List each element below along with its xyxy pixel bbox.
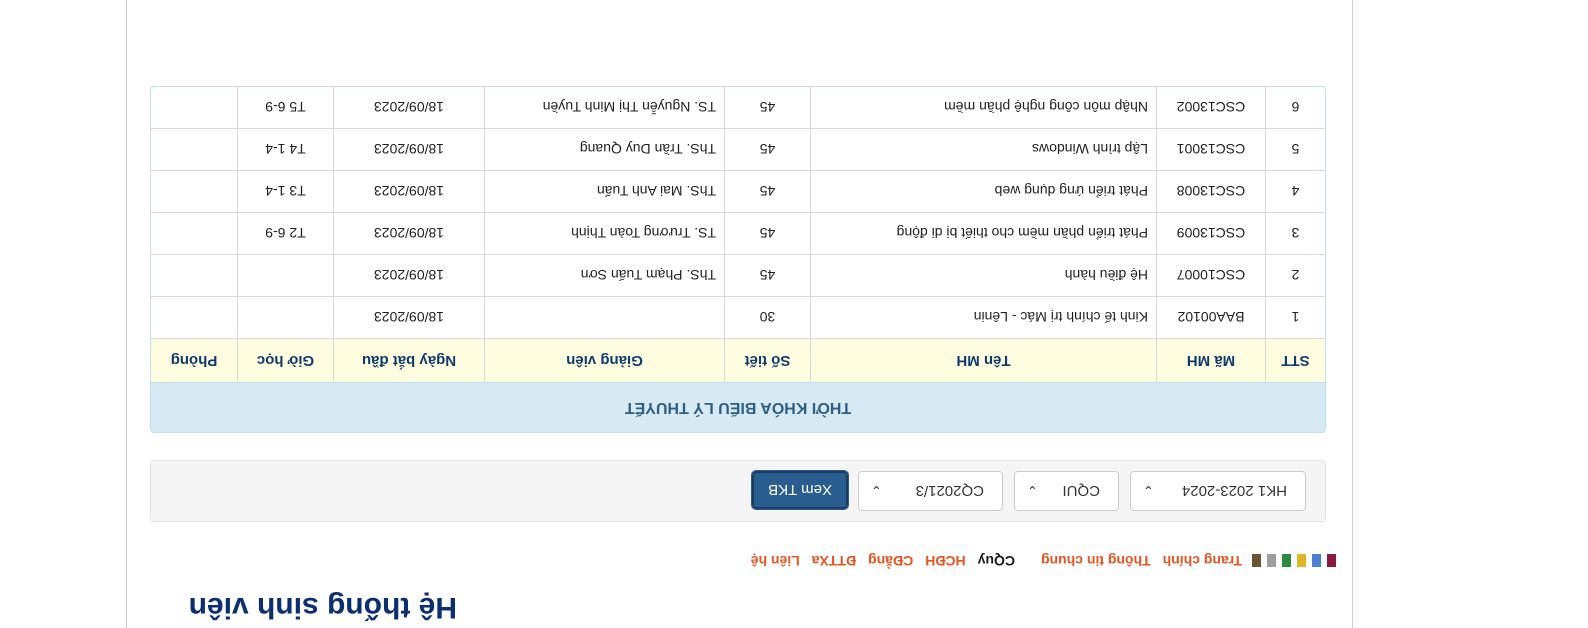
- cell-course-name: Kinh tế chính trị Mác - Lênin: [810, 297, 1156, 338]
- cell-class-time: T5 6-9: [237, 87, 333, 128]
- chevron-down-icon: ⌄: [1027, 483, 1038, 498]
- nav-link-cdang[interactable]: CĐẳng: [868, 553, 913, 569]
- cell-room: [151, 129, 237, 170]
- nav-link-cquy[interactable]: CQuy: [978, 553, 1015, 569]
- nav-link-home[interactable]: Trang chính: [1163, 553, 1242, 569]
- cell-course-name: Phát triển ứng dụng web: [810, 171, 1156, 212]
- cell-course-code: CSC10007: [1156, 255, 1265, 296]
- cell-lecturer: ThS. Trần Duy Quang: [484, 129, 724, 170]
- table-row: 2 CSC10007 Hệ điều hành 45 ThS. Phạm Tuấ…: [151, 254, 1325, 296]
- color-swatch[interactable]: [1252, 554, 1261, 568]
- column-header: Giờ học: [237, 339, 333, 382]
- cell-course-name: Phát triển phần mềm cho thiết bị di động: [810, 213, 1156, 254]
- cell-course-code: BAA00102: [1156, 297, 1265, 338]
- table-header-row: STT Mã MH Tên MH Số tiết Giảng viên Ngày…: [151, 338, 1325, 382]
- chevron-down-icon: ⌄: [871, 483, 882, 498]
- cell-class-time: T3 1-4: [237, 171, 333, 212]
- cell-lecturer: TS. Nguyễn Thị Minh Tuyền: [484, 87, 724, 128]
- cell-start-date: 18/09/2023: [333, 129, 484, 170]
- cell-lecturer: ThS. Phạm Tuấn Sơn: [484, 255, 724, 296]
- cell-course-name: Hệ điều hành: [810, 255, 1156, 296]
- color-swatch[interactable]: [1267, 554, 1276, 568]
- column-header: STT: [1265, 339, 1325, 382]
- page-root: Hệ thống sinh viên Trang chính Thông tin…: [0, 0, 1588, 628]
- nav-link-hcdh[interactable]: HCĐH: [925, 553, 965, 569]
- cell-lecturer: TS. Trương Toàn Thịnh: [484, 213, 724, 254]
- cell-course-code: CSC13001: [1156, 129, 1265, 170]
- cell-course-name: Lập trình Windows: [810, 129, 1156, 170]
- cell-stt: 3: [1265, 213, 1325, 254]
- cell-lecturer: ThS. Mai Anh Tuấn: [484, 171, 724, 212]
- cell-periods: 45: [724, 87, 810, 128]
- cell-class-time: T2 6-9: [237, 213, 333, 254]
- table-row: 1 BAA00102 Kinh tế chính trị Mác - Lênin…: [151, 296, 1325, 338]
- cell-periods: 45: [724, 213, 810, 254]
- cell-stt: 1: [1265, 297, 1325, 338]
- color-swatch[interactable]: [1327, 554, 1336, 568]
- column-header: Số tiết: [724, 339, 810, 382]
- table-row: 4 CSC13008 Phát triển ứng dụng web 45 Th…: [151, 170, 1325, 212]
- cell-stt: 4: [1265, 171, 1325, 212]
- cell-periods: 30: [724, 297, 810, 338]
- color-swatch[interactable]: [1312, 554, 1321, 568]
- cell-course-code: CSC13002: [1156, 87, 1265, 128]
- class-select[interactable]: CQ2021/3 ⌄: [858, 471, 1003, 511]
- cell-room: [151, 213, 237, 254]
- nav-link-contact[interactable]: Liên hệ: [751, 553, 800, 569]
- cell-stt: 5: [1265, 129, 1325, 170]
- chevron-down-icon: ⌄: [1143, 483, 1154, 498]
- cell-start-date: 18/09/2023: [333, 255, 484, 296]
- timetable-title: THỜI KHÓA BIỂU LÝ THUYẾT: [151, 382, 1325, 432]
- column-header: Mã MH: [1156, 339, 1265, 382]
- program-select-value: CQUI: [1062, 482, 1101, 500]
- color-swatch[interactable]: [1282, 554, 1291, 568]
- column-header: Giảng viên: [484, 339, 724, 382]
- cell-course-code: CSC13008: [1156, 171, 1265, 212]
- table-row: 5 CSC13001 Lập trình Windows 45 ThS. Trầ…: [151, 128, 1325, 170]
- cell-course-code: CSC13009: [1156, 213, 1265, 254]
- cell-class-time: T4 1-4: [237, 129, 333, 170]
- top-navbar: Trang chính Thông tin chung CQuy HCĐH CĐ…: [739, 549, 1336, 573]
- cell-periods: 45: [724, 171, 810, 212]
- cell-periods: 45: [724, 255, 810, 296]
- cell-room: [151, 297, 237, 338]
- cell-stt: 6: [1265, 87, 1325, 128]
- cell-start-date: 18/09/2023: [333, 213, 484, 254]
- column-header: Tên MH: [810, 339, 1156, 382]
- cell-start-date: 18/09/2023: [333, 171, 484, 212]
- site-title: Hệ thống sinh viên: [188, 591, 457, 624]
- cell-stt: 2: [1265, 255, 1325, 296]
- cell-room: [151, 171, 237, 212]
- color-swatch[interactable]: [1297, 554, 1306, 568]
- program-select[interactable]: CQUI ⌄: [1014, 471, 1119, 511]
- class-select-value: CQ2021/3: [915, 482, 984, 500]
- cell-start-date: 18/09/2023: [333, 87, 484, 128]
- cell-class-time: [237, 255, 333, 296]
- semester-select-value: HK1 2023-2024: [1181, 482, 1287, 500]
- nav-link-general-info[interactable]: Thông tin chung: [1041, 553, 1151, 569]
- nav-link-dttxa[interactable]: ĐTTXa: [812, 553, 856, 569]
- cell-course-name: Nhập môn công nghệ phần mềm: [810, 87, 1156, 128]
- cell-periods: 45: [724, 129, 810, 170]
- cell-class-time: [237, 297, 333, 338]
- cell-lecturer: [484, 297, 724, 338]
- timetable-table: THỜI KHÓA BIỂU LÝ THUYẾT STT Mã MH Tên M…: [150, 86, 1326, 433]
- semester-select[interactable]: HK1 2023-2024 ⌄: [1130, 471, 1306, 511]
- cell-room: [151, 255, 237, 296]
- view-timetable-button[interactable]: Xem TKB: [751, 470, 849, 510]
- column-header: Phòng: [170, 352, 218, 369]
- cell-start-date: 18/09/2023: [333, 297, 484, 338]
- logo-fragment-icon: ∽: [730, 0, 750, 10]
- table-row: 3 CSC13009 Phát triển phần mềm cho thiết…: [151, 212, 1325, 254]
- table-row: 6 CSC13002 Nhập môn công nghệ phần mềm 4…: [151, 87, 1325, 128]
- timetable-filter-panel: HK1 2023-2024 ⌄ CQUI ⌄ CQ2021/3 ⌄ Xem TK…: [150, 460, 1326, 522]
- cell-room: [151, 87, 237, 128]
- column-header: Ngày bắt đầu: [333, 339, 484, 382]
